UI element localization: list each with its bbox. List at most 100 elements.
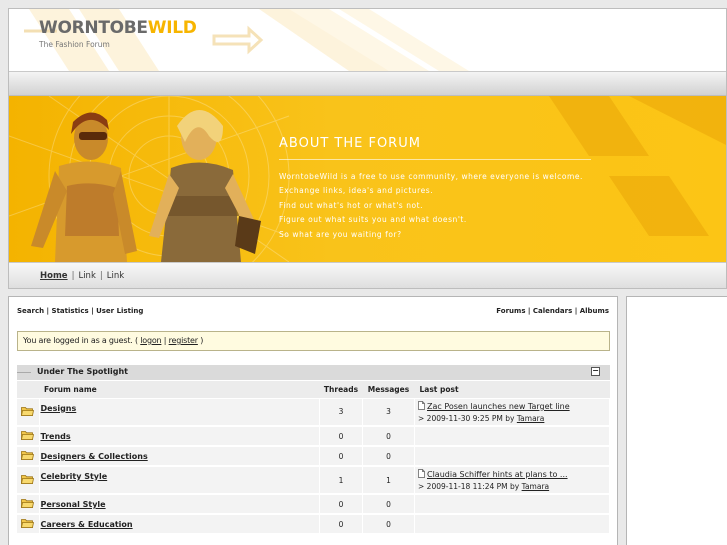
- last-post-cell: [414, 494, 610, 515]
- toolbar-left: Search | Statistics | User Listing: [17, 307, 143, 315]
- model-right-figure: [149, 110, 261, 262]
- guest-text-end: ): [200, 336, 204, 345]
- forum-link[interactable]: Celebrity Style: [41, 472, 108, 481]
- last-post-link[interactable]: Claudia Schiffer hints at plans to ...: [427, 470, 568, 479]
- main-content: Search | Statistics | User Listing Forum…: [8, 296, 618, 545]
- last-post-date: > 2009-11-18 11:24 PM by: [418, 482, 520, 491]
- right-sidebar: [626, 296, 727, 545]
- guest-notice: You are logged in as a guest. ( logon | …: [17, 331, 610, 351]
- forum-link[interactable]: Careers & Education: [41, 520, 133, 529]
- nav-link-1[interactable]: Link: [78, 271, 95, 281]
- toolbar-right: Forums | Calendars | Albums: [496, 307, 609, 315]
- logo-part1: WORNTOBE: [39, 18, 148, 38]
- forum-name-cell: Personal Style: [39, 494, 320, 515]
- messages-cell: 3: [362, 398, 415, 427]
- logo-tagline: The Fashion Forum: [39, 40, 110, 49]
- register-link[interactable]: register: [169, 336, 198, 345]
- collapse-icon[interactable]: −: [591, 367, 600, 376]
- last-post-cell: [414, 514, 610, 535]
- header-last-post: Last post: [414, 381, 610, 399]
- about-title: ABOUT THE FORUM: [279, 136, 421, 151]
- header-grey-bar: [9, 71, 726, 96]
- folder-icon: [17, 514, 40, 535]
- table-row: Celebrity Style 1 1 Claudia Schiffer hints …: [17, 466, 610, 495]
- document-icon: [418, 400, 427, 411]
- site-header-wrapper: WORNTOBEWILD The Fashion Forum ABOUT THE…: [8, 8, 727, 289]
- last-post-meta: > 2009-11-30 9:25 PM by Tamara: [418, 414, 609, 423]
- messages-cell: 0: [362, 446, 415, 467]
- model-left-figure: [31, 112, 137, 262]
- last-post-date: > 2009-11-30 9:25 PM by: [418, 413, 515, 423]
- last-post-cell: [414, 426, 610, 447]
- threads-cell: 0: [319, 494, 363, 515]
- logo-part2: WILD: [147, 18, 197, 38]
- main-nav: Home | Link | Link: [9, 262, 726, 288]
- about-line: Find out what's hot or what's not.: [279, 200, 424, 210]
- category-header: Under The Spotlight −: [17, 365, 610, 380]
- last-post-user-link[interactable]: Tamara: [522, 482, 550, 491]
- threads-cell: 3: [319, 398, 363, 427]
- forum-link[interactable]: Designs: [41, 404, 77, 413]
- header-threads: Threads: [319, 381, 363, 399]
- nav-separator: |: [71, 271, 75, 281]
- forum-name-cell: Careers & Education: [39, 514, 320, 535]
- forum-name-cell: Celebrity Style: [39, 466, 320, 495]
- last-post-link[interactable]: Zac Posen launches new Target line: [427, 402, 570, 411]
- forum-link[interactable]: Personal Style: [41, 500, 106, 509]
- folder-icon: [17, 494, 40, 515]
- table-header-row: Forum name Threads Messages Last post: [17, 381, 610, 399]
- logon-link[interactable]: logon: [140, 336, 161, 345]
- header-forum-name: Forum name: [39, 381, 320, 399]
- guest-text: You are logged in as a guest. (: [23, 336, 138, 345]
- forums-link[interactable]: Forums: [496, 307, 525, 315]
- site-logo[interactable]: WORNTOBEWILD The Fashion Forum: [39, 18, 197, 49]
- threads-cell: 1: [319, 466, 363, 495]
- calendars-link[interactable]: Calendars: [533, 307, 572, 315]
- toolbar-separator: |: [527, 307, 531, 315]
- about-line: WorntobeWild is a free to use community,…: [279, 172, 583, 181]
- toolbar-separator: |: [574, 307, 578, 315]
- forum-link[interactable]: Trends: [41, 432, 71, 441]
- table-row: Designers & Collections 0 0: [17, 446, 610, 467]
- statistics-link[interactable]: Statistics: [52, 307, 89, 315]
- last-post-cell: [414, 446, 610, 467]
- header-messages: Messages: [362, 381, 415, 399]
- about-line: Figure out what suits you and what doesn…: [279, 215, 467, 225]
- header-icon-col: [17, 381, 39, 399]
- about-banner: ABOUT THE FORUM WorntobeWild is a free t…: [9, 96, 726, 262]
- last-post-user-link[interactable]: Tamara: [517, 414, 545, 423]
- folder-icon: [17, 446, 40, 467]
- last-post-cell: Zac Posen launches new Target line > 2009…: [414, 398, 610, 427]
- last-post-title: Zac Posen launches new Target line: [418, 400, 609, 411]
- toolbar-separator: |: [91, 307, 94, 315]
- albums-link[interactable]: Albums: [580, 307, 609, 315]
- forum-table: Forum name Threads Messages Last post De…: [17, 381, 610, 535]
- table-row: Careers & Education 0 0: [17, 514, 610, 535]
- header: WORNTOBEWILD The Fashion Forum: [9, 9, 726, 71]
- table-row: Trends 0 0: [17, 426, 610, 447]
- table-row: Personal Style 0 0: [17, 494, 610, 515]
- table-row: Designs 3 3 Zac Posen launches new Target l…: [17, 398, 610, 427]
- messages-cell: 0: [362, 426, 415, 447]
- messages-cell: 0: [362, 494, 415, 515]
- forum-name-cell: Designs: [39, 398, 320, 427]
- folder-icon: [17, 398, 40, 427]
- toolbar-separator: |: [46, 307, 50, 315]
- user-listing-link[interactable]: User Listing: [96, 307, 143, 315]
- nav-home-link[interactable]: Home: [40, 271, 68, 281]
- threads-cell: 0: [319, 446, 363, 467]
- folder-icon: [17, 426, 40, 447]
- about-line: So what are you waiting for?: [279, 229, 402, 239]
- document-icon: [418, 469, 427, 479]
- forum-link[interactable]: Designers & Collections: [41, 452, 148, 461]
- guest-separator: |: [163, 336, 167, 345]
- messages-cell: 1: [362, 466, 415, 495]
- threads-cell: 0: [319, 514, 363, 535]
- nav-separator: |: [99, 271, 103, 281]
- messages-cell: 0: [362, 514, 415, 535]
- last-post-title: Claudia Schiffer hints at plans to ...: [418, 469, 609, 479]
- nav-link-2[interactable]: Link: [107, 271, 124, 281]
- last-post-meta: > 2009-11-18 11:24 PM by Tamara: [418, 482, 609, 491]
- search-link[interactable]: Search: [17, 307, 44, 315]
- about-divider: [279, 159, 591, 160]
